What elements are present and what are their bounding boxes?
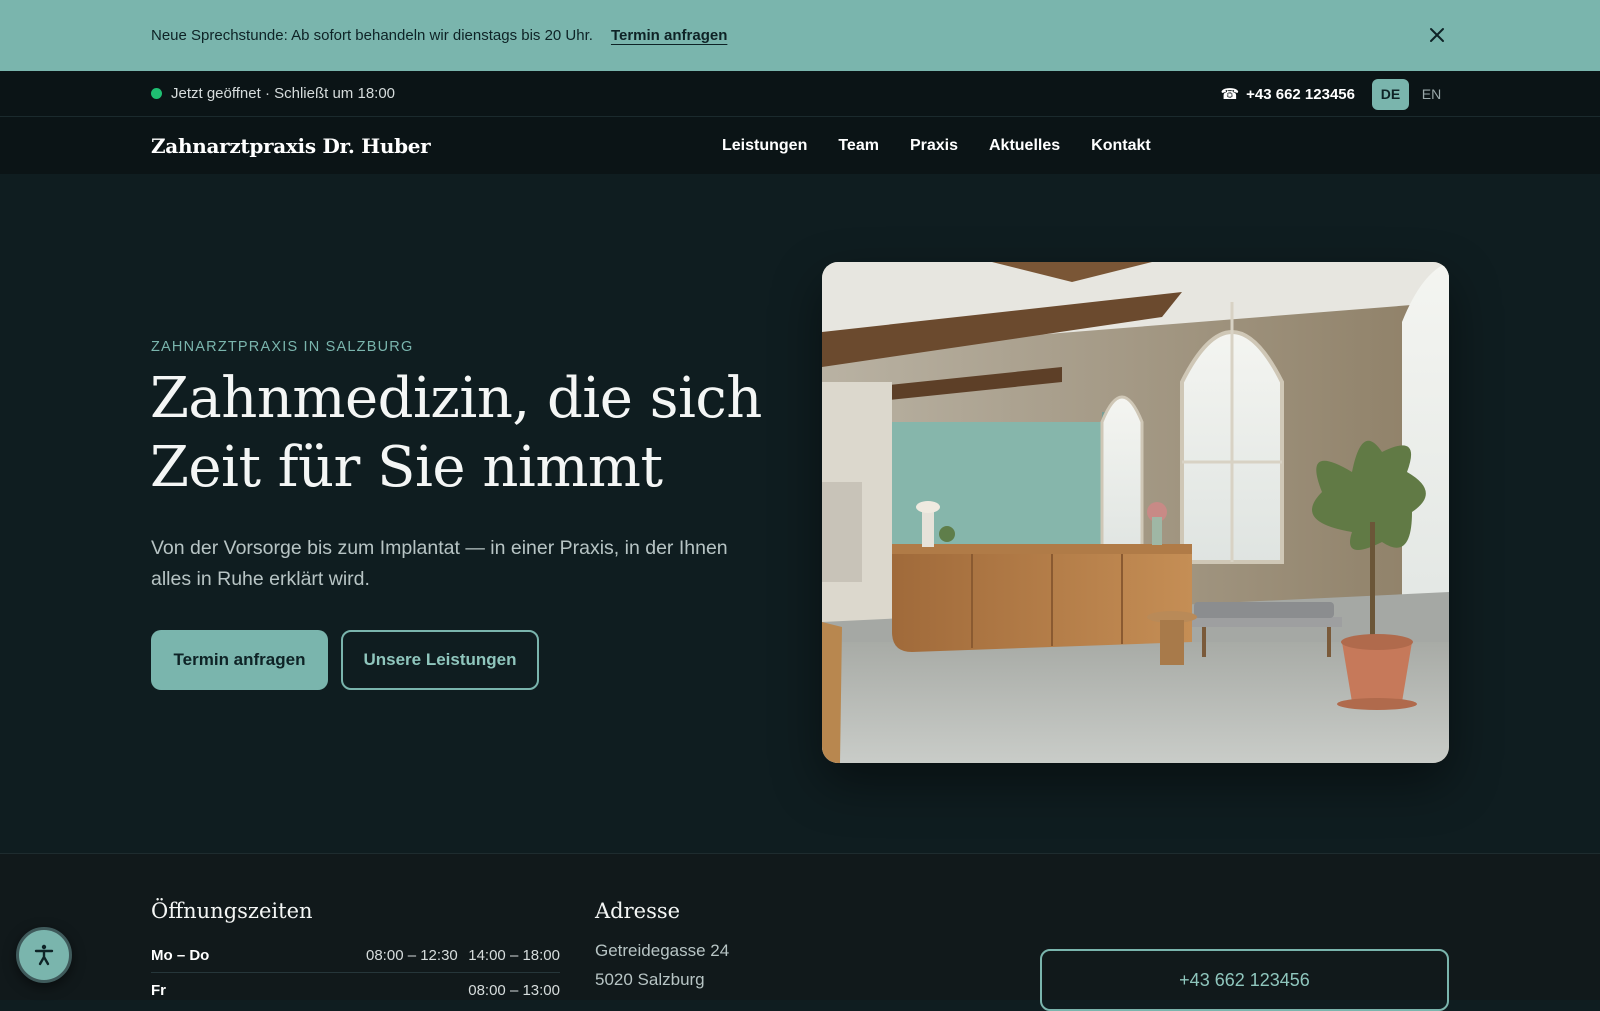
hours-morning: 08:00 – 12:30 xyxy=(366,947,458,964)
appointment-button[interactable]: Termin anfragen xyxy=(151,630,328,690)
main-header: Zahnarztpraxis Dr. Huber Leistungen Team… xyxy=(0,117,1600,174)
hours-day: Fr xyxy=(151,981,166,999)
address-title: Adresse xyxy=(595,899,681,923)
announcement-bar: Neue Sprechstunde: Ab sofort behandeln w… xyxy=(0,0,1600,71)
nav-item-praxis[interactable]: Praxis xyxy=(910,137,958,155)
accessibility-button[interactable] xyxy=(16,927,72,983)
address-city: 5020 Salzburg xyxy=(595,970,705,989)
hours-row: Mo – Do 08:00 – 12:30 14:00 – 18:00 xyxy=(151,939,560,973)
phone-link[interactable]: +43 662 123456 xyxy=(1246,86,1355,103)
utility-right: ☎ +43 662 123456 DE EN xyxy=(1220,71,1450,117)
hours-title: Öffnungszeiten xyxy=(151,899,313,923)
language-de-button[interactable]: DE xyxy=(1372,78,1409,110)
hours-row: Fr 08:00 – 13:00 xyxy=(151,973,560,1007)
hero-section: ZAHNARZTPRAXIS IN SALZBURG Zahnmedizin, … xyxy=(0,174,1600,853)
call-button[interactable]: +43 662 123456 xyxy=(1040,949,1449,1011)
hero-lead: Von der Vorsorge bis zum Implantat — in … xyxy=(151,537,728,590)
utility-bar: Jetzt geöffnet · Schließt um 18:00 ☎ +43… xyxy=(0,71,1600,117)
info-section: Öffnungszeiten Mo – Do 08:00 – 12:30 14:… xyxy=(0,853,1600,1011)
open-status-dot xyxy=(151,88,162,99)
accessibility-icon xyxy=(34,944,54,966)
phone-icon: ☎ xyxy=(1220,86,1240,103)
reception-photo xyxy=(822,262,1449,763)
hero-eyebrow: ZAHNARZTPRAXIS IN SALZBURG xyxy=(151,339,414,355)
site-logo[interactable]: Zahnarztpraxis Dr. Huber xyxy=(151,134,431,158)
hours-afternoon: 14:00 – 18:00 xyxy=(468,947,560,964)
hero-headline: Zahnmedizin, die sich Zeit für Sie nimmt xyxy=(150,366,762,500)
open-status-text: Jetzt geöffnet · Schließt um 18:00 xyxy=(171,85,396,102)
hours-day: Mo – Do xyxy=(151,947,210,964)
nav-item-team[interactable]: Team xyxy=(838,137,879,155)
address-street: Getreidegasse 24 xyxy=(595,941,730,960)
hours-afternoon: 08:00 – 13:00 xyxy=(468,981,560,999)
announcement-cta-link[interactable]: Termin anfragen xyxy=(611,27,727,44)
nav-item-kontakt[interactable]: Kontakt xyxy=(1091,137,1151,155)
close-icon[interactable] xyxy=(1424,22,1450,48)
announcement-message: Neue Sprechstunde: Ab sofort behandeln w… xyxy=(151,27,593,44)
main-nav: Leistungen Team Praxis Aktuelles Kontakt xyxy=(722,117,1182,174)
language-en-button[interactable]: EN xyxy=(1413,79,1450,110)
services-button[interactable]: Unsere Leistungen xyxy=(341,630,539,690)
nav-item-aktuelles[interactable]: Aktuelles xyxy=(989,137,1060,155)
nav-item-leistungen[interactable]: Leistungen xyxy=(722,137,807,155)
